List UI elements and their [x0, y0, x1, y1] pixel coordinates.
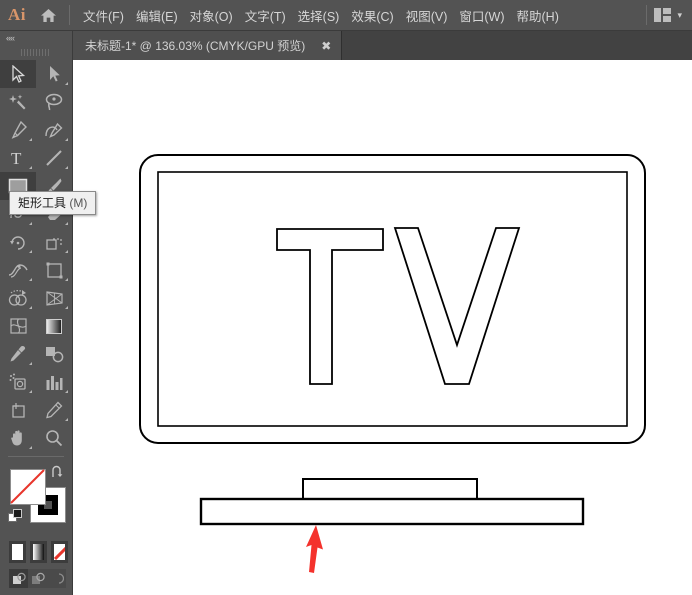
tool-direct-selection[interactable] — [36, 60, 72, 88]
tool-zoom[interactable] — [36, 424, 72, 452]
menu-bar: Ai 文件(F) 编辑(E) 对象(O) 文字(T) 选择(S) 效果(C) 视… — [0, 0, 692, 31]
tool-shape-builder[interactable] — [0, 284, 36, 312]
tool-line-segment[interactable] — [36, 144, 72, 172]
tool-rotate[interactable] — [0, 228, 36, 256]
document-tab-bar: 未标题-1* @ 136.03% (CMYK/GPU 预览) ✖ — [73, 31, 692, 60]
tool-mesh[interactable] — [0, 312, 36, 340]
color-mode-gradient[interactable] — [30, 541, 47, 563]
home-icon[interactable] — [34, 8, 62, 23]
tool-flyout-indicator — [29, 278, 32, 281]
tool-flyout-indicator — [65, 390, 68, 393]
tool-column-graph[interactable] — [36, 368, 72, 396]
menu-select[interactable]: 选择(S) — [292, 3, 346, 28]
tool-slice[interactable] — [36, 396, 72, 424]
workspace-grid-icon — [654, 8, 671, 22]
tool-flyout-indicator — [29, 446, 32, 449]
close-icon[interactable]: ✖ — [319, 40, 333, 52]
swap-fill-stroke-icon[interactable] — [50, 465, 64, 484]
color-mode-flat[interactable] — [9, 541, 26, 563]
artwork — [73, 60, 692, 595]
tool-flyout-indicator — [65, 278, 68, 281]
tool-flyout-indicator — [65, 82, 68, 85]
tooltip-shortcut: (M) — [69, 196, 87, 210]
fill-swatch[interactable] — [10, 469, 46, 505]
menu-edit[interactable]: 编辑(E) — [130, 3, 184, 28]
draw-behind-mode[interactable] — [28, 569, 47, 588]
menu-help[interactable]: 帮助(H) — [511, 3, 565, 28]
tool-perspective-grid[interactable] — [36, 284, 72, 312]
tool-hand[interactable] — [0, 424, 36, 452]
tool-type[interactable]: T — [0, 144, 36, 172]
toolbar-separator — [8, 456, 64, 457]
document-tab-title: 未标题-1* @ 136.03% (CMYK/GPU 预览) — [85, 37, 305, 54]
tool-flyout-indicator — [29, 138, 32, 141]
tv-stand-neck[interactable] — [303, 479, 477, 500]
menu-effect[interactable]: 效果(C) — [345, 3, 399, 28]
none-slash-icon — [10, 469, 46, 505]
tool-blend[interactable] — [36, 340, 72, 368]
document-tab[interactable]: 未标题-1* @ 136.03% (CMYK/GPU 预览) ✖ — [73, 31, 342, 60]
tool-flyout-indicator — [29, 306, 32, 309]
draw-mode-row — [0, 563, 72, 588]
color-mode-none[interactable] — [51, 541, 68, 563]
color-mode-row — [0, 535, 72, 563]
draw-inside-mode[interactable] — [47, 569, 66, 588]
tool-flyout-indicator — [65, 222, 68, 225]
toolbar-drag-grip[interactable] — [0, 46, 72, 58]
tool-pen[interactable] — [0, 116, 36, 144]
tool-gradient[interactable] — [36, 312, 72, 340]
menu-type[interactable]: 文字(T) — [239, 3, 292, 28]
tool-flyout-indicator — [65, 418, 68, 421]
tool-selection[interactable] — [0, 60, 36, 88]
tools-panel: «« — [0, 31, 73, 595]
default-fill-stroke-icon[interactable] — [8, 509, 23, 529]
tool-flyout-indicator — [29, 166, 32, 169]
tooltip-tool-name: 矩形工具 — [18, 196, 66, 210]
color-controls — [0, 463, 72, 535]
tool-width[interactable] — [0, 256, 36, 284]
tool-magic-wand[interactable] — [0, 88, 36, 116]
menu-window[interactable]: 窗口(W) — [453, 3, 510, 28]
tool-artboard[interactable] — [0, 396, 36, 424]
tool-flyout-indicator — [65, 250, 68, 253]
tv-screen-inner[interactable] — [158, 172, 627, 426]
illustrator-window: Ai 文件(F) 编辑(E) 对象(O) 文字(T) 选择(S) 效果(C) 视… — [0, 0, 692, 595]
tool-scale[interactable] — [36, 228, 72, 256]
tool-symbol-sprayer[interactable] — [0, 368, 36, 396]
app-logo: Ai — [0, 5, 34, 25]
tool-flyout-indicator — [65, 306, 68, 309]
annotation-arrow — [306, 525, 323, 573]
svg-text:T: T — [11, 149, 22, 167]
tv-stand-base[interactable] — [201, 499, 583, 524]
draw-normal-mode[interactable] — [9, 569, 28, 588]
tool-flyout-indicator — [65, 138, 68, 141]
workspace-divider — [646, 5, 647, 25]
tool-eyedropper[interactable] — [0, 340, 36, 368]
tool-curvature[interactable] — [36, 116, 72, 144]
menu-view[interactable]: 视图(V) — [400, 3, 454, 28]
menu-divider — [69, 5, 70, 25]
chevron-down-icon[interactable]: ▾ — [677, 10, 682, 21]
tool-flyout-indicator — [65, 166, 68, 169]
tool-free-transform[interactable] — [36, 256, 72, 284]
tool-flyout-indicator — [29, 362, 32, 365]
tool-flyout-indicator — [29, 250, 32, 253]
menu-object[interactable]: 对象(O) — [184, 3, 239, 28]
menu-file[interactable]: 文件(F) — [77, 3, 130, 28]
screen-mode-button[interactable] — [0, 588, 72, 595]
tool-tooltip: 矩形工具 (M) — [9, 191, 96, 215]
toolbar-collapse-button[interactable]: «« — [0, 31, 72, 46]
workspace-switcher[interactable]: ▾ — [639, 5, 692, 25]
tool-flyout-indicator — [29, 222, 32, 225]
tool-flyout-indicator — [29, 390, 32, 393]
tool-lasso[interactable] — [36, 88, 72, 116]
tool-grid: T — [0, 58, 72, 452]
artboard-canvas[interactable] — [73, 60, 692, 595]
